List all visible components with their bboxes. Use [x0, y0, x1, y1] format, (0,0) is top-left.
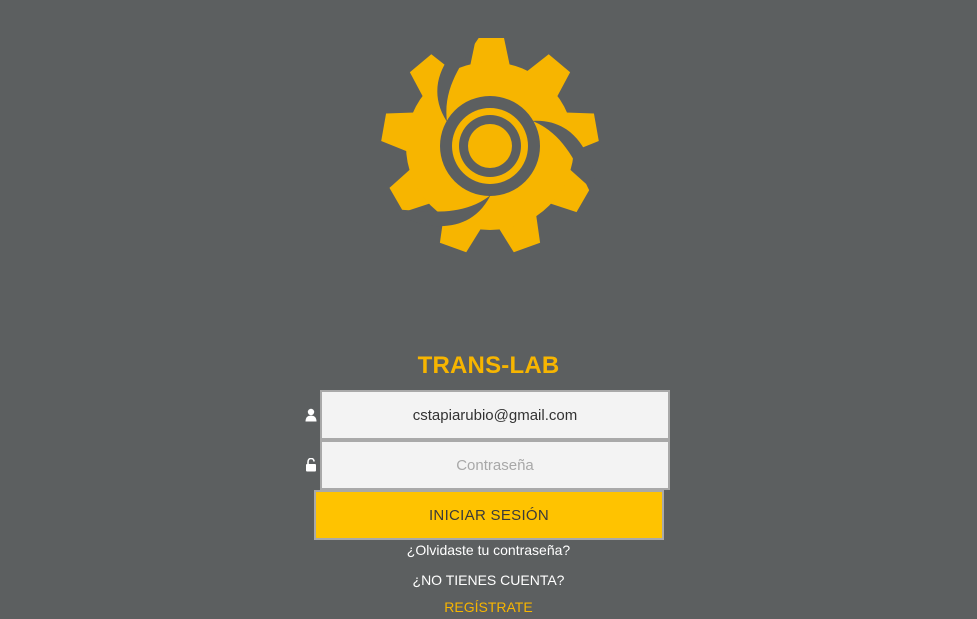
no-account-label: ¿NO TIENES CUENTA?: [412, 572, 565, 588]
register-link[interactable]: REGÍSTRATE: [0, 598, 977, 616]
lock-icon: [306, 458, 316, 472]
app-title: TRANS-LAB: [417, 352, 560, 379]
login-button[interactable]: INICIAR SESIÓN: [314, 490, 664, 540]
password-field[interactable]: [320, 440, 670, 490]
user-icon: [305, 408, 317, 422]
forgot-password-link[interactable]: ¿Olvidaste tu contraseña?: [0, 541, 977, 559]
email-field[interactable]: [320, 390, 670, 440]
gear-logo-icon: [381, 36, 599, 253]
